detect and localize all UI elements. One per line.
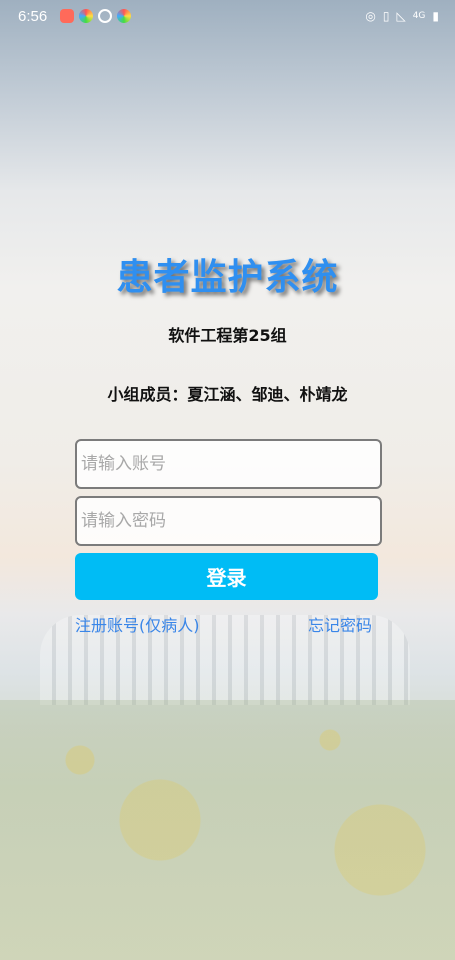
forgot-password-link[interactable]: 忘记密码 <box>308 612 372 636</box>
weibo-icon <box>60 9 74 23</box>
login-button[interactable]: 登录 <box>75 553 378 600</box>
status-time: 6:56 <box>18 8 48 25</box>
notification-icons <box>60 9 131 23</box>
account-input[interactable] <box>75 439 382 489</box>
hotspot-icon: ◎ <box>365 9 376 23</box>
background-sunflower-field <box>0 700 455 960</box>
circle-app-icon <box>98 9 112 23</box>
group-subtitle: 软件工程第25组 <box>168 326 287 345</box>
login-screen: 6:56 ◎ ▯ ◺ 4G ▮ 患者监护系统 软件工程第25组 小组成员：夏江涵… <box>0 0 455 960</box>
colorful-app-icon <box>79 9 93 23</box>
system-icons: ◎ ▯ ◺ 4G ▮ <box>365 9 439 23</box>
signal-icon: ◺ <box>396 9 406 23</box>
app-title: 患者监护系统 <box>116 257 339 298</box>
register-link[interactable]: 注册账号(仅病人) <box>75 612 200 636</box>
status-bar: 6:56 ◎ ▯ ◺ 4G ▮ <box>0 0 455 34</box>
colorful-app-icon <box>117 9 131 23</box>
password-input[interactable] <box>75 496 382 546</box>
network-label: 4G <box>412 11 426 21</box>
group-members: 小组成员：夏江涵、邹迪、朴靖龙 <box>107 385 348 404</box>
battery-icon: ▮ <box>432 9 439 23</box>
vibrate-icon: ▯ <box>382 9 390 23</box>
